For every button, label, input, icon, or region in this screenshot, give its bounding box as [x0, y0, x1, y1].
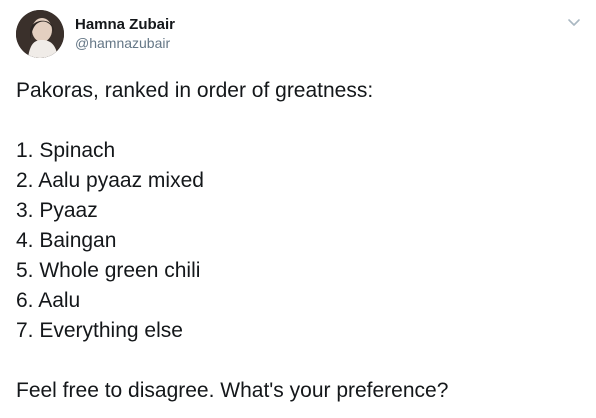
list-item: 6. Aalu [16, 289, 81, 312]
list-item: 1. Spinach [16, 139, 116, 162]
tweet-intro: Pakoras, ranked in order of greatness: [16, 79, 374, 102]
avatar[interactable] [16, 10, 64, 58]
list-item: 5. Whole green chili [16, 259, 201, 282]
list-item: 3. Pyaaz [16, 199, 98, 222]
tweet-text: Pakoras, ranked in order of greatness: 1… [16, 76, 586, 406]
list-item: 4. Baingan [16, 229, 117, 252]
list-item: 2. Aalu pyaaz mixed [16, 169, 204, 192]
author-name[interactable]: Hamna Zubair [75, 15, 175, 35]
chevron-down-icon[interactable] [566, 14, 582, 30]
list-item: 7. Everything else [16, 319, 183, 342]
profile-photo-icon [16, 10, 64, 58]
tweet-outro: Feel free to disagree. What's your prefe… [16, 379, 449, 402]
author-handle[interactable]: @hamnazubair [75, 33, 170, 53]
